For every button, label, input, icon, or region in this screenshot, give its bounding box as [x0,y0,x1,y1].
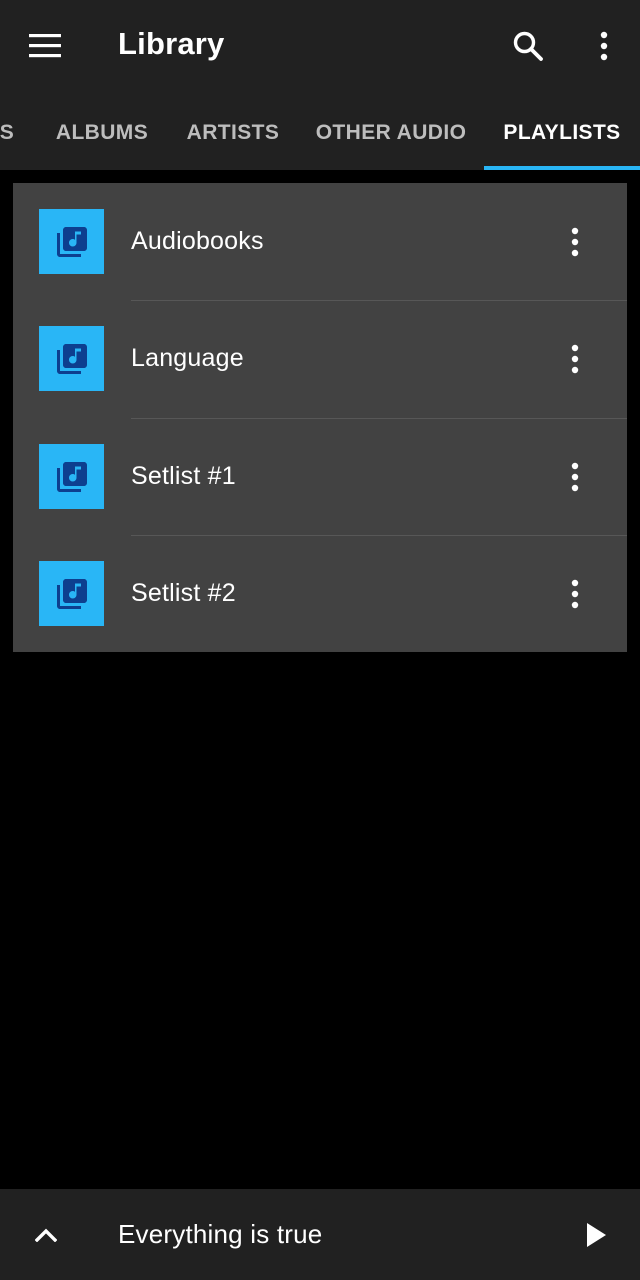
playlist-music-icon [56,578,87,609]
overflow-menu-button[interactable] [572,14,636,78]
tab-other-audio[interactable]: OTHER AUDIO [304,96,478,170]
playlist-music-icon [56,461,87,492]
playlist-options-button[interactable] [549,561,601,626]
mini-player[interactable]: Everything is true [0,1189,640,1280]
playlist-name: Setlist #1 [131,462,236,490]
tab-artists[interactable]: ARTISTS [176,96,290,170]
playlist-item[interactable]: Language [13,300,627,417]
playlist-thumbnail [39,444,104,509]
more-vertical-icon [571,227,579,256]
playlist-item[interactable]: Audiobooks [13,183,627,300]
music-library-screen: Library S ALBUMS ARTISTS OTHER AUDIO PLA… [0,0,640,1280]
tab-albums[interactable]: ALBUMS [42,96,162,170]
playlist-thumbnail [39,209,104,274]
tab-playlists[interactable]: PLAYLISTS [484,96,640,170]
search-button[interactable] [496,14,560,78]
play-icon [587,1223,606,1247]
playlist-music-icon [56,226,87,257]
playlist-item[interactable]: Setlist #2 [13,535,627,652]
library-tabs: S ALBUMS ARTISTS OTHER AUDIO PLAYLISTS [0,96,640,170]
playlist-item[interactable]: Setlist #1 [13,418,627,535]
top-app-bar: Library [0,0,640,96]
more-vertical-icon [600,31,608,61]
more-vertical-icon [571,344,579,373]
playlist-name: Setlist #2 [131,579,236,607]
playlist-music-icon [56,343,87,374]
expand-player-button[interactable] [18,1203,74,1267]
menu-button[interactable] [14,14,78,78]
playlist-options-button[interactable] [549,326,601,391]
more-vertical-icon [571,579,579,608]
menu-icon [29,34,61,58]
playlist-name: Audiobooks [131,227,264,255]
playlist-list: Audiobooks Language Setlist #1 Setlist #… [13,183,627,652]
playlist-thumbnail [39,561,104,626]
play-button[interactable] [568,1203,624,1267]
playlist-name: Language [131,344,244,372]
page-title: Library [118,26,225,61]
playlist-thumbnail [39,326,104,391]
more-vertical-icon [571,462,579,491]
tab-songs-partial[interactable]: S [0,96,22,170]
chevron-up-icon [35,1228,57,1242]
now-playing-title: Everything is true [118,1219,323,1249]
active-tab-indicator [484,166,640,170]
search-icon [513,31,543,61]
playlist-options-button[interactable] [549,209,601,274]
playlist-options-button[interactable] [549,444,601,509]
